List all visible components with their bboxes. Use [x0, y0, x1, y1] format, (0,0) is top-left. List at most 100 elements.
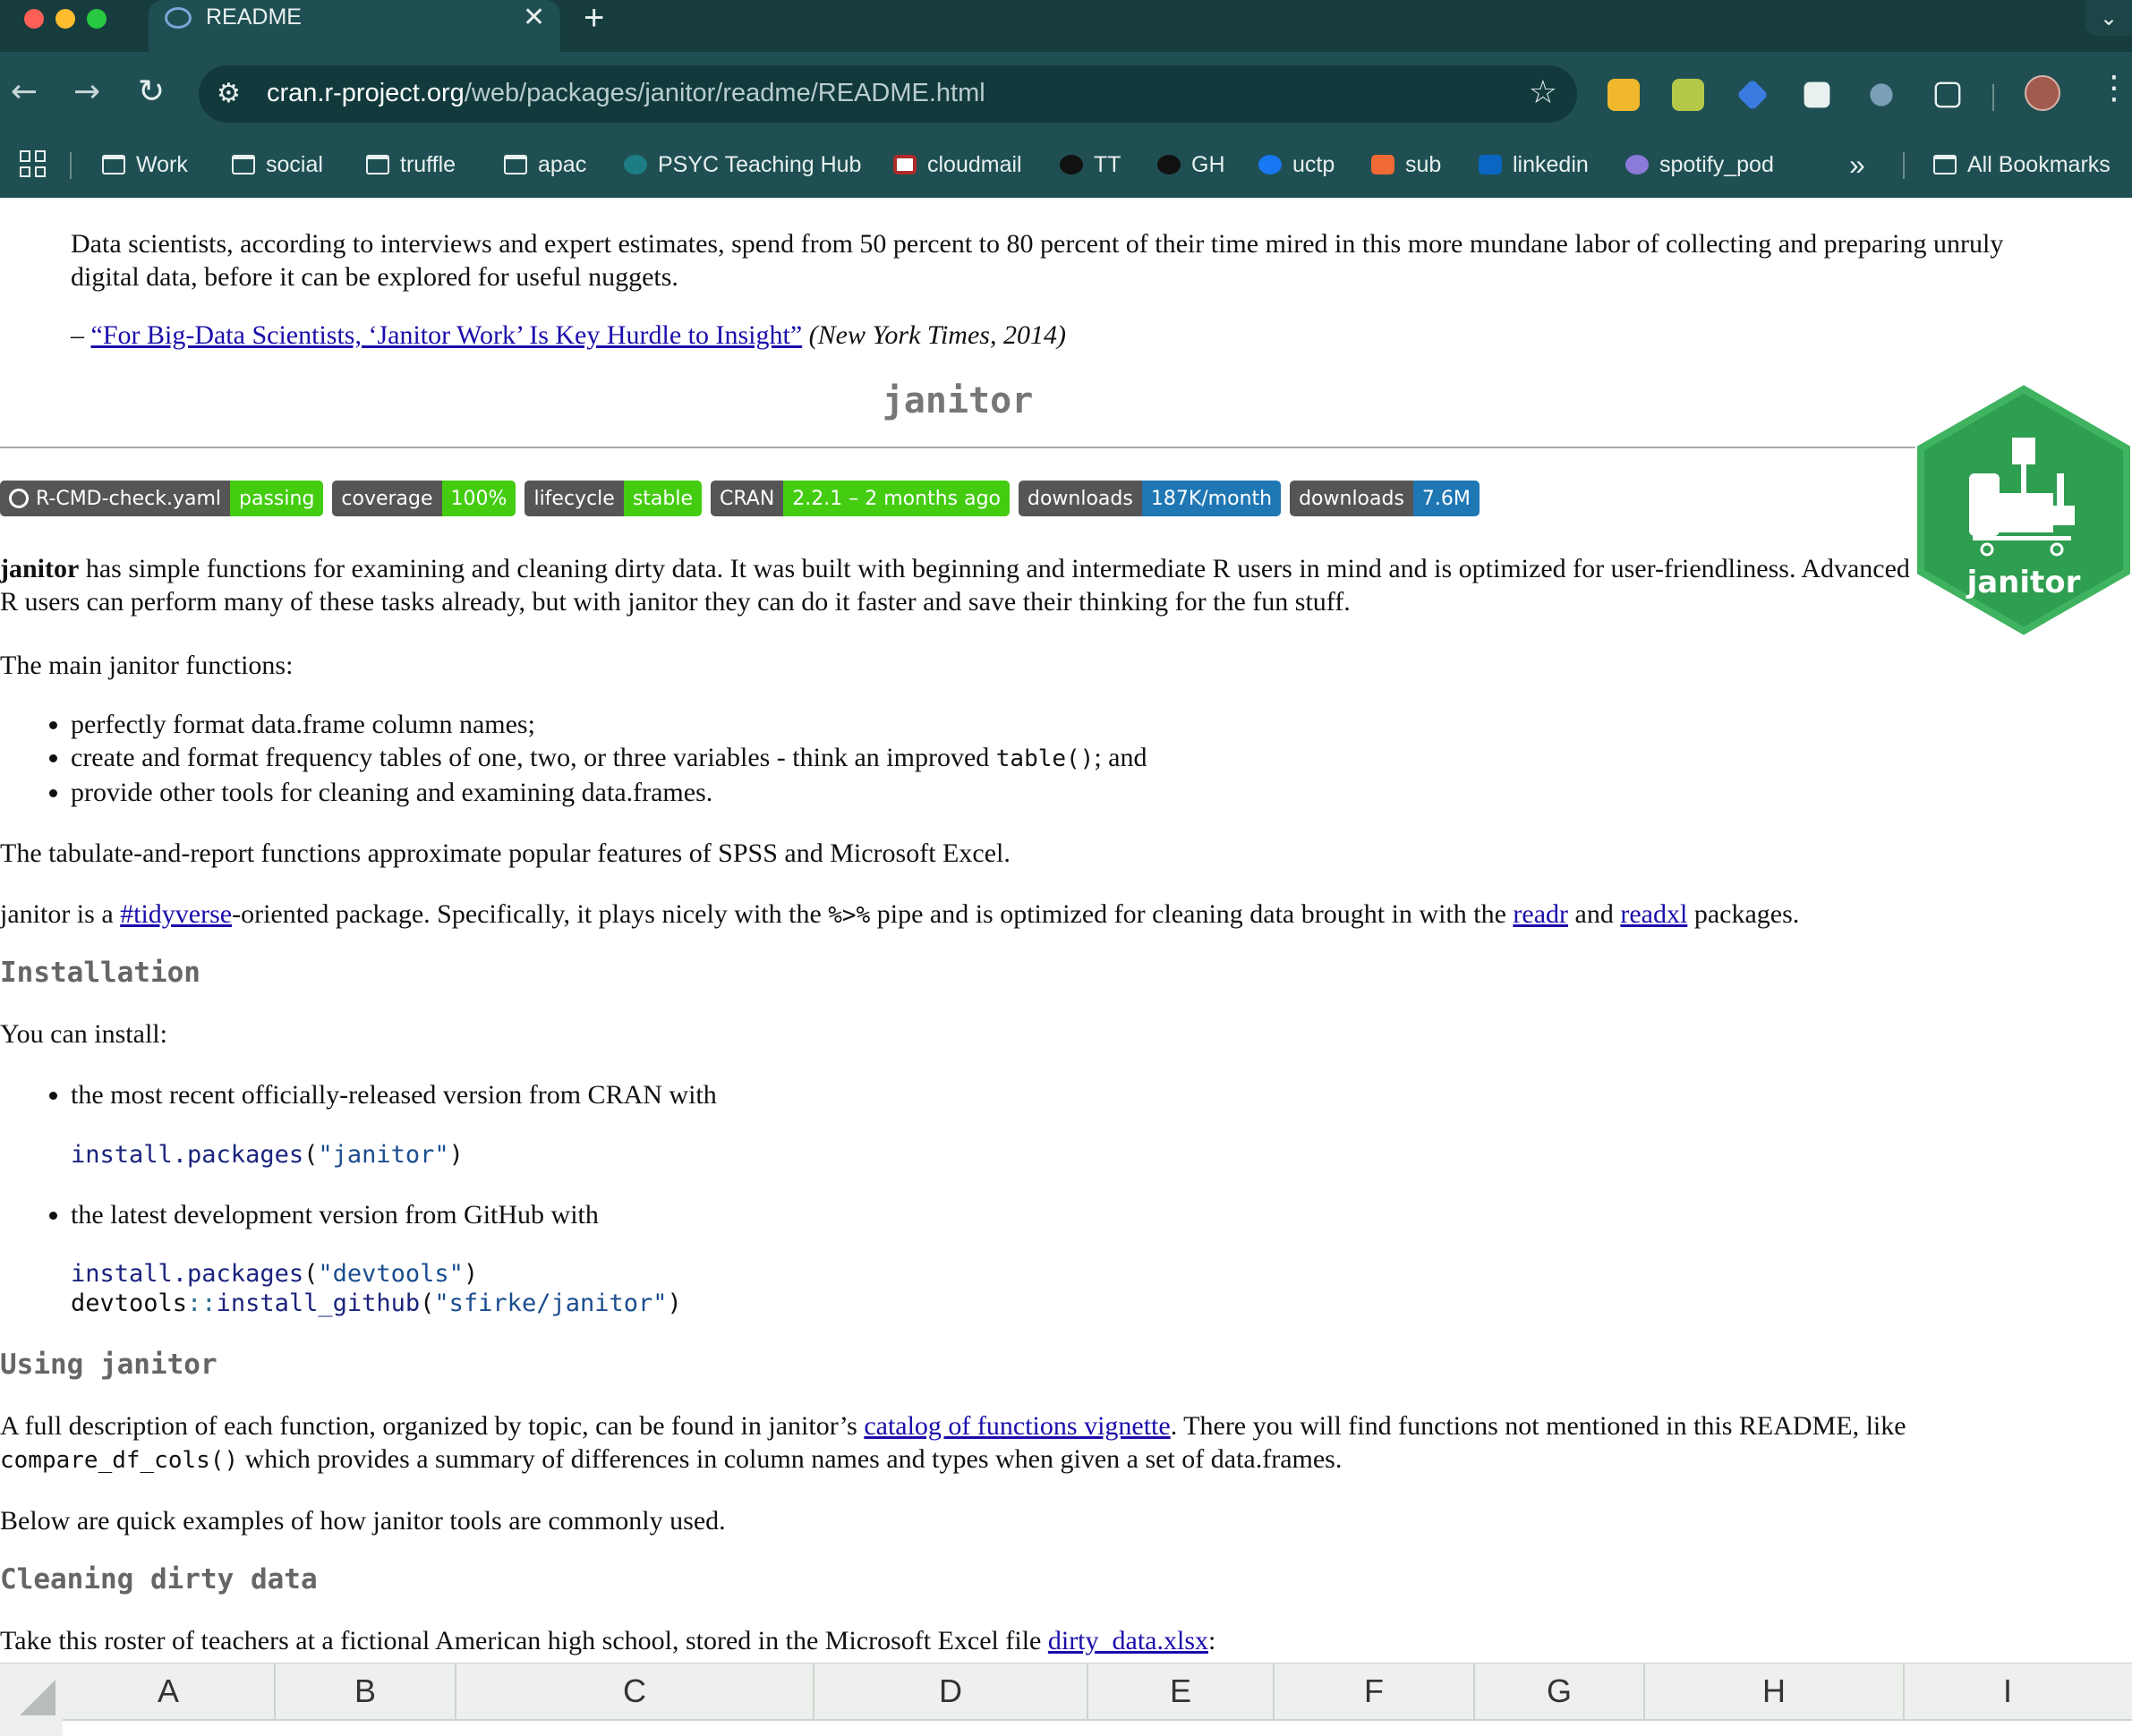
github-icon — [1060, 155, 1083, 174]
badge-lifecycle[interactable]: lifecycle stable — [524, 481, 703, 516]
cloudmail-icon — [893, 155, 917, 174]
badge-r-cmd-check[interactable]: R-CMD-check.yaml passing — [0, 481, 324, 516]
page-title: janitor — [882, 380, 1034, 421]
tabulate-paragraph: The tabulate-and-report functions approx… — [0, 838, 1011, 868]
bookmark-linkedin[interactable]: linkedin — [1479, 147, 1589, 183]
profile-avatar[interactable] — [2025, 75, 2060, 111]
dirty-data-link[interactable]: dirty_data.xlsx — [1048, 1626, 1208, 1655]
roster-paragraph: Take this roster of teachers at a fictio… — [0, 1626, 1216, 1655]
folder-icon — [102, 155, 125, 174]
cleaning-heading: Cleaning dirty data — [0, 1563, 318, 1596]
select-all-corner — [20, 1680, 55, 1715]
column-header: H — [1645, 1664, 1905, 1719]
catalog-vignette-link[interactable]: catalog of functions vignette — [864, 1411, 1170, 1441]
menu-icon[interactable]: ⋮ — [2098, 70, 2130, 106]
title-divider — [0, 447, 1915, 448]
separator — [70, 152, 72, 179]
badge-downloads-total[interactable]: downloads 7.6M — [1290, 481, 1480, 516]
folder-icon — [366, 155, 389, 174]
column-header: E — [1088, 1664, 1275, 1719]
new-tab-button[interactable]: + — [584, 0, 604, 38]
bookmark-uctp[interactable]: uctp — [1258, 147, 1335, 183]
facebook-icon — [1258, 155, 1282, 174]
tidyverse-link[interactable]: #tidyverse — [120, 899, 232, 929]
extension-icon[interactable] — [1804, 81, 1830, 108]
spreadsheet-image: A B C D E F G H I — [0, 1663, 2132, 1736]
quote-source: – “For Big-Data Scientists, ‘Janitor Wor… — [71, 320, 1066, 350]
install-list-github: the latest development version from GitH… — [0, 1198, 599, 1231]
linkedin-icon — [1479, 155, 1502, 174]
extensions-puzzle-icon[interactable] — [1934, 81, 1961, 108]
maximize-window-button[interactable] — [87, 9, 107, 29]
bookmark-sub[interactable]: sub — [1371, 147, 1441, 183]
column-header: C — [456, 1664, 814, 1719]
badge-downloads-monthly[interactable]: downloads 187K/month — [1019, 481, 1282, 516]
column-header: I — [2002, 1672, 2012, 1709]
sharepoint-icon — [624, 155, 647, 174]
installation-heading: Installation — [0, 957, 200, 989]
browser-chrome: README ✕ + ⌄ ← → ↻ ⚙ cran.r-project.org/… — [0, 0, 2132, 198]
list-item: the most recent officially-released vers… — [71, 1078, 717, 1111]
url-text[interactable]: cran.r-project.org/web/packages/janitor/… — [267, 79, 985, 108]
bookmark-tt[interactable]: TT — [1060, 147, 1121, 183]
badge-row: R-CMD-check.yaml passing coverage 100% lif… — [0, 481, 1480, 516]
minimize-window-button[interactable] — [55, 9, 75, 29]
folder-icon — [504, 155, 527, 174]
extension-icon[interactable] — [1672, 79, 1704, 111]
extension-icon[interactable] — [1870, 83, 1893, 106]
bookmark-spotify-pod[interactable]: spotify_pod — [1625, 147, 1774, 183]
bookmark-work[interactable]: Work — [102, 147, 188, 183]
apps-icon[interactable] — [20, 150, 47, 177]
readr-link[interactable]: readr — [1513, 899, 1568, 929]
folder-icon — [1933, 155, 1957, 174]
badge-coverage[interactable]: coverage 100% — [332, 481, 516, 516]
list-item: provide other tools for cleaning and exa… — [71, 776, 1147, 809]
bookmark-psyc-teaching-hub[interactable]: PSYC Teaching Hub — [624, 147, 861, 183]
logo-text: janitor — [1966, 565, 2081, 600]
github-icon — [9, 489, 29, 508]
janitor-hex-logo: janitor — [1917, 385, 2130, 635]
bookmark-star-icon[interactable]: ☆ — [1529, 74, 1557, 111]
column-header: D — [814, 1664, 1088, 1719]
badge-cran[interactable]: CRAN 2.2.1 – 2 months ago — [711, 481, 1010, 516]
keep-extension-icon[interactable] — [1608, 79, 1640, 111]
folder-icon — [232, 155, 255, 174]
code-install-github[interactable]: install.packages("devtools") devtools::i… — [71, 1259, 682, 1318]
bookmark-icon — [1371, 155, 1394, 174]
list-item: create and format frequency tables of on… — [71, 741, 1147, 776]
main-functions-list: perfectly format data.frame column names… — [0, 708, 1147, 809]
using-paragraph: A full description of each function, org… — [0, 1411, 1906, 1474]
code-install-cran[interactable]: install.packages("janitor") — [71, 1140, 464, 1170]
more-bookmarks-button[interactable]: » — [1849, 147, 1865, 183]
column-header: F — [1275, 1664, 1475, 1719]
back-icon[interactable]: ← — [11, 73, 38, 110]
nyt-article-link[interactable]: “For Big-Data Scientists, ‘Janitor Work’… — [91, 320, 803, 350]
close-tab-icon[interactable]: ✕ — [523, 2, 545, 33]
column-header: A — [63, 1664, 276, 1719]
nyt-quote: Data scientists, according to interviews… — [71, 229, 2004, 292]
bookmark-apac[interactable]: apac — [504, 147, 586, 183]
using-janitor-heading: Using janitor — [0, 1349, 217, 1381]
navigation-bar: ← → ↻ ⚙ cran.r-project.org/web/packages/… — [0, 52, 2132, 138]
site-settings-icon[interactable]: ⚙ — [217, 78, 241, 109]
tab-title: README — [206, 4, 302, 30]
tab-search-button[interactable]: ⌄ — [2085, 0, 2132, 36]
bookmark-truffle[interactable]: truffle — [366, 147, 456, 183]
list-item: the latest development version from GitH… — [71, 1198, 599, 1231]
bookmark-cloudmail[interactable]: cloudmail — [893, 147, 1022, 183]
reload-icon[interactable]: ↻ — [138, 73, 165, 110]
extension-icon[interactable] — [1736, 79, 1769, 111]
bookmark-gh[interactable]: GH — [1157, 147, 1225, 183]
address-bar[interactable]: ⚙ cran.r-project.org/web/packages/janito… — [199, 65, 1577, 123]
forward-icon[interactable]: → — [73, 73, 100, 110]
bookmark-social[interactable]: social — [232, 147, 323, 183]
readme-page: Data scientists, according to interviews… — [0, 198, 2132, 1736]
tab-readme[interactable]: README ✕ — [149, 0, 560, 52]
close-window-button[interactable] — [24, 9, 44, 29]
bookmarks-bar: Work social truffle apac PSYC Teaching H… — [0, 138, 2132, 191]
spreadsheet-row — [63, 1719, 2132, 1736]
main-functions-intro: The main janitor functions: — [0, 651, 294, 680]
readxl-link[interactable]: readxl — [1620, 899, 1687, 929]
all-bookmarks-button[interactable]: All Bookmarks — [1933, 147, 2111, 183]
separator — [1903, 152, 1905, 179]
